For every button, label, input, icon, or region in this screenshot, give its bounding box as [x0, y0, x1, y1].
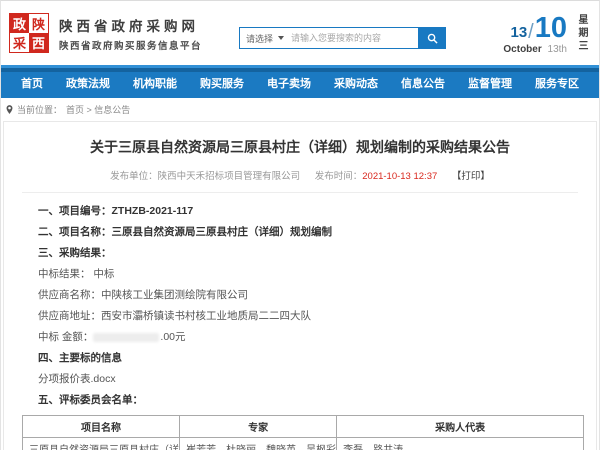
breadcrumb-trail[interactable]: 首页 > 信息公告: [66, 103, 130, 116]
search-select-label: 请选择: [246, 32, 273, 45]
site-subtitle: 陕西省政府购买服务信息平台: [59, 38, 202, 52]
supplier-name-label: 供应商名称：: [38, 289, 101, 301]
supplier-name-line: 供应商名称：中陕核工业集团测绘院有限公司: [38, 290, 578, 302]
chevron-down-icon: [278, 36, 284, 40]
site-title: 陕西省政府采购网: [59, 15, 202, 35]
nav-item-policies[interactable]: 政策法规: [66, 75, 110, 91]
nav-item-supervision[interactable]: 监督管理: [468, 75, 512, 91]
publisher-name: 陕西中天禾招标项目管理有限公司: [158, 171, 301, 182]
supplier-address-line: 供应商地址：西安市灞桥镇读书村核工业地质局二二四大队: [38, 311, 578, 323]
procurement-result-heading: 三、采购结果：: [38, 248, 578, 260]
publish-time: 2021-10-13 12:37: [362, 171, 437, 182]
date-slash: /: [527, 22, 535, 43]
main-subject-heading: 四、主要标的信息: [38, 353, 578, 365]
bid-amount-label: 中标 金额：: [38, 331, 93, 343]
col-purchaser-rep: 采购人代表: [337, 415, 584, 437]
col-experts: 专家: [180, 415, 337, 437]
project-name-line: 二、项目名称：三原县自然资源局三原县村庄（详细）规划编制: [38, 227, 578, 239]
nav-item-procurement-news[interactable]: 采购动态: [334, 75, 378, 91]
col-project-name: 项目名称: [23, 415, 180, 437]
logo-char: 陕: [29, 14, 48, 33]
nav-item-purchase-services[interactable]: 购买服务: [200, 75, 244, 91]
nav-item-service-zone[interactable]: 服务专区: [535, 75, 579, 91]
publisher-label: 发布单位：: [110, 171, 158, 182]
evaluation-committee-table: 项目名称 专家 采购人代表 三原县自然资源局三原县村庄（详细）规划编制 崔芳芳、…: [22, 415, 584, 450]
brand: 陕西省政府采购网 陕西省政府购买服务信息平台: [59, 15, 202, 52]
search-category-select[interactable]: 请选择: [240, 32, 291, 45]
date-widget: 13 / 10 October 13th 星期三: [503, 14, 589, 58]
supplier-name-value: 中陕核工业集团测绘院有限公司: [101, 289, 248, 301]
logo-char: 政: [10, 14, 29, 33]
bid-result-value: 中标: [93, 268, 114, 280]
table-header-row: 项目名称 专家 采购人代表: [23, 415, 584, 437]
logo-char: 采: [10, 33, 29, 52]
date-day-ordinal: 13th: [548, 44, 567, 55]
nav-item-home[interactable]: 首页: [21, 75, 43, 91]
search-icon: [427, 33, 438, 44]
meta-divider: [22, 192, 578, 193]
project-name-value: 三原县自然资源局三原县村庄（详细）规划编制: [112, 226, 333, 238]
announcement-panel: 关于三原县自然资源局三原县村庄（详细）规划编制的采购结果公告 发布单位：陕西中天…: [3, 121, 597, 450]
logo-char: 西: [29, 33, 48, 52]
date-month-number: 10: [535, 14, 567, 43]
search-bar: 请选择: [239, 27, 446, 49]
announcement-body: 一、项目编号：ZTHZB-2021-117 二、项目名称：三原县自然资源局三原县…: [4, 206, 596, 407]
nav-item-functions[interactable]: 机构职能: [133, 75, 177, 91]
announcement-title: 关于三原县自然资源局三原县村庄（详细）规划编制的采购结果公告: [4, 137, 596, 157]
redacted-amount: [93, 333, 159, 342]
main-nav: 首页 政策法规 机构职能 购买服务 电子卖场 采购动态 信息公告 监督管理 服务…: [1, 65, 599, 98]
cell-project-name: 三原县自然资源局三原县村庄（详细）规划编制: [23, 437, 180, 450]
date-day: 13: [510, 25, 527, 43]
attachment-link[interactable]: 分项报价表.docx: [38, 374, 578, 386]
bid-result-label: 中标结果：: [38, 268, 91, 280]
date-month-en: October: [503, 44, 541, 55]
page: 政 陕 采 西 陕西省政府采购网 陕西省政府购买服务信息平台 请选择: [0, 0, 600, 450]
print-button[interactable]: 【打印】: [452, 171, 490, 182]
site-logo: 政 陕 采 西: [9, 13, 49, 53]
publish-time-label: 发布时间：: [315, 171, 363, 182]
search-input[interactable]: [291, 33, 418, 43]
location-pin-icon: [6, 105, 13, 114]
announcement-meta: 发布单位：陕西中天禾招标项目管理有限公司 发布时间：2021-10-13 12:…: [4, 168, 596, 182]
supplier-address-value: 西安市灞桥镇读书村核工业地质局二二四大队: [101, 310, 311, 322]
project-number-value: ZTHZB-2021-117: [112, 205, 194, 217]
breadcrumb: 当前位置： 首页 > 信息公告: [1, 98, 599, 121]
breadcrumb-label: 当前位置：: [17, 103, 62, 116]
nav-item-announcements[interactable]: 信息公告: [401, 75, 445, 91]
search-box: 请选择: [239, 27, 419, 49]
supplier-address-label: 供应商地址：: [38, 310, 101, 322]
evaluation-committee-heading: 五、评标委员会名单：: [38, 395, 578, 407]
search-button[interactable]: [419, 27, 446, 49]
cell-experts: 崔芳芳、杜晓丽、魏晓英、吴枫彩、余杨文: [180, 437, 337, 450]
project-number-line: 一、项目编号：ZTHZB-2021-117: [38, 206, 578, 218]
bid-amount-line: 中标 金额： .00元: [38, 332, 578, 344]
bid-result-line: 中标结果： 中标: [38, 269, 578, 281]
table-row: 三原县自然资源局三原县村庄（详细）规划编制 崔芳芳、杜晓丽、魏晓英、吴枫彩、余杨…: [23, 437, 584, 450]
site-header: 政 陕 采 西 陕西省政府采购网 陕西省政府购买服务信息平台 请选择: [1, 1, 599, 65]
project-name-label: 二、项目名称：: [38, 226, 112, 238]
bid-amount-suffix: .00元: [160, 331, 185, 343]
date-weekday: 星期三: [574, 14, 589, 58]
cell-purchaser-rep: 李磊、路井涛: [337, 437, 584, 450]
nav-item-e-marketplace[interactable]: 电子卖场: [267, 75, 311, 91]
project-number-label: 一、项目编号：: [38, 205, 112, 217]
